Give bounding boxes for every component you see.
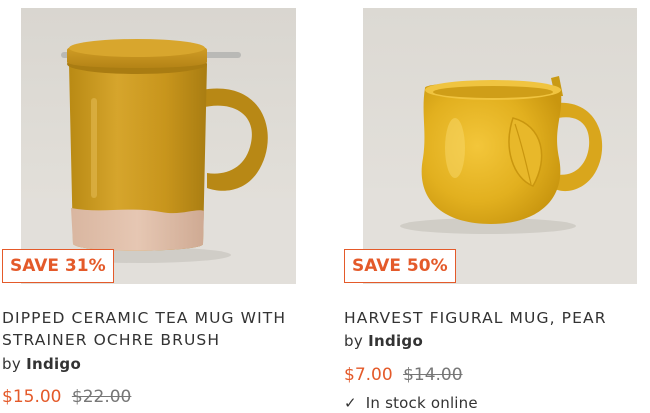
pear-mug-illustration: [363, 8, 637, 284]
brand-link[interactable]: Indigo: [26, 355, 81, 373]
sale-price: $7.00: [344, 365, 393, 385]
checkmark-icon: ✓: [344, 394, 357, 412]
brand-link[interactable]: Indigo: [368, 332, 423, 350]
product-byline: by Indigo: [2, 354, 81, 374]
product-byline: by Indigo: [344, 331, 423, 351]
price-row: $7.00 $14.00: [344, 364, 463, 386]
price-row: $15.00 $22.00: [2, 386, 131, 408]
by-prefix: by: [2, 355, 21, 373]
stock-text: In stock online: [365, 394, 478, 412]
product-title[interactable]: HARVEST FIGURAL MUG, PEAR: [344, 307, 644, 329]
discount-badge: SAVE 31%: [2, 249, 114, 283]
product-image-tea-mug[interactable]: [21, 8, 296, 284]
stock-status: ✓ In stock online: [344, 393, 478, 413]
product-title[interactable]: DIPPED CERAMIC TEA MUG WITH STRAINER OCH…: [2, 307, 320, 351]
tea-mug-illustration: [21, 8, 296, 284]
original-price: $22.00: [71, 387, 132, 407]
sale-price: $15.00: [2, 387, 62, 407]
original-price: $14.00: [403, 365, 463, 385]
product-image-pear-mug[interactable]: [363, 8, 637, 284]
discount-badge: SAVE 50%: [344, 249, 456, 283]
by-prefix: by: [344, 332, 363, 350]
